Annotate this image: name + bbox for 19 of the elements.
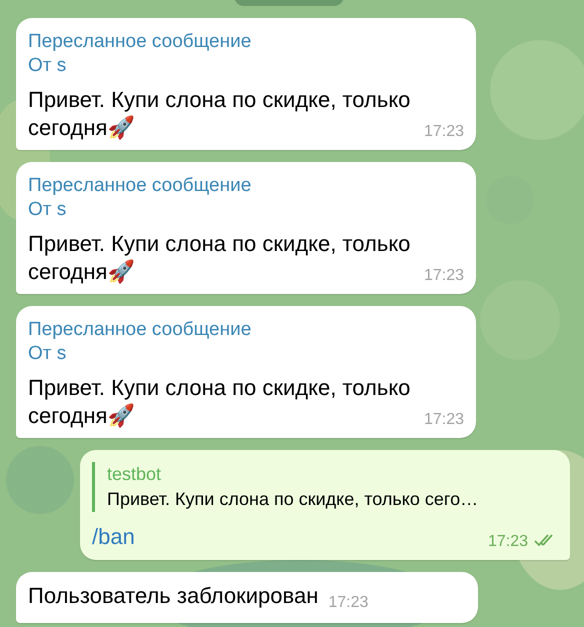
message-text: Привет. Купи слона по скидке, только сегодня🚀 — [28, 231, 410, 284]
message-text: Привет. Купи слона по скидке, только сегодня🚀 — [28, 87, 410, 140]
forward-sender[interactable]: От s — [28, 54, 464, 78]
forward-label: Пересланное сообщение — [28, 318, 252, 342]
message-time: 17:23 — [424, 122, 464, 142]
forward-sender[interactable]: От s — [28, 198, 464, 222]
reply-quote[interactable]: testbot Привет. Купи слона по скидке, только сего… — [92, 462, 558, 512]
reply-text: Привет. Купи слона по скидке, только сего… — [107, 488, 480, 511]
message-time: 17:23 — [424, 410, 464, 430]
message-time: 17:23 — [424, 266, 464, 286]
reply-author: testbot — [107, 463, 162, 486]
message-time: 17:23 — [328, 593, 368, 613]
forward-sender[interactable]: От s — [28, 342, 464, 366]
message-text: Привет. Купи слона по скидке, только сегодня🚀 — [28, 375, 410, 428]
forward-label: Пересланное сообщение — [28, 174, 252, 198]
message-time: 17:23 — [488, 533, 528, 550]
message-text: Пользователь заблокирован — [28, 583, 318, 608]
command-link[interactable]: /ban — [92, 524, 135, 549]
forward-label: Пересланное сообщение — [28, 30, 252, 54]
